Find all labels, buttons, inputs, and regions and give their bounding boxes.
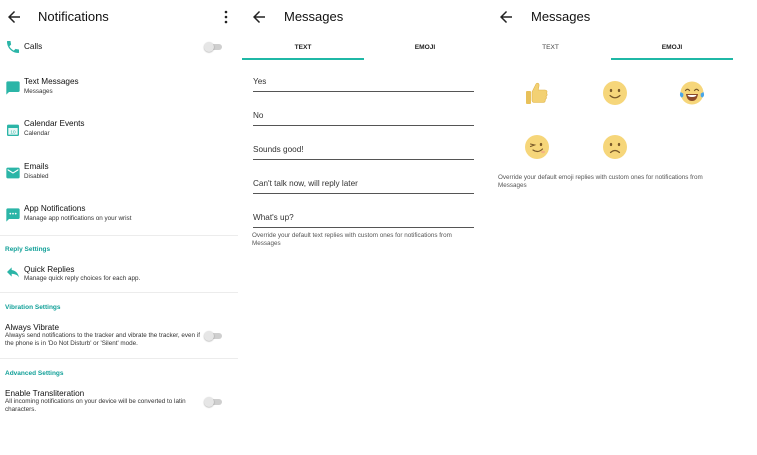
calls-toggle[interactable] — [204, 42, 223, 52]
more-options-icon[interactable] — [220, 9, 232, 25]
tab-bar: TEXT EMOJI — [490, 38, 757, 62]
text-messages-label: Text Messages — [24, 77, 79, 86]
tears-of-joy-emoji-icon[interactable] — [679, 80, 705, 106]
reply-icon — [7, 267, 19, 278]
calls-label: Calls — [24, 42, 43, 51]
calendar-icon: 10 — [7, 124, 19, 136]
tab-emoji-label: EMOJI — [661, 44, 683, 51]
emails-label: Emails — [24, 162, 49, 171]
quick-replies-row[interactable]: Quick Replies Manage quick reply choices… — [0, 262, 238, 286]
vibration-settings-header: Vibration Settings — [5, 304, 61, 311]
emoji-replies-note: Override your default emoji replies with… — [498, 174, 703, 189]
always-vibrate-row[interactable]: Always Vibrate Always send notifications… — [0, 322, 238, 352]
text-replies-note: Override your default text replies with … — [252, 232, 452, 247]
reply-field[interactable]: Sounds good! — [253, 142, 474, 160]
text-messages-sub: Messages — [24, 88, 53, 95]
notifications-screen: Notifications Calls Text Messages Messag… — [0, 0, 240, 455]
page-title: Messages — [284, 9, 344, 24]
advanced-settings-header: Advanced Settings — [5, 370, 64, 377]
divider — [0, 292, 238, 293]
back-arrow-icon[interactable] — [5, 8, 23, 26]
app-notifications-row[interactable]: App Notifications Manage app notificatio… — [0, 203, 238, 227]
page-title: Messages — [531, 9, 591, 24]
page-title: Notifications — [38, 9, 109, 24]
tab-indicator — [242, 58, 364, 60]
divider — [0, 358, 238, 359]
tab-indicator — [611, 58, 733, 60]
text-messages-row[interactable]: Text Messages Messages — [0, 76, 238, 100]
tab-text-label: TEXT — [294, 44, 312, 51]
divider — [0, 235, 238, 236]
tab-text[interactable]: TEXT — [242, 38, 364, 62]
reply-field[interactable]: Yes — [253, 74, 474, 92]
transliteration-toggle[interactable] — [204, 397, 223, 407]
app-bar: Notifications — [0, 0, 240, 34]
app-notifications-sub: Manage app notifications on your wrist — [24, 215, 132, 222]
back-arrow-icon[interactable] — [250, 8, 268, 26]
calendar-events-sub: Calendar — [24, 130, 50, 137]
svg-text:10: 10 — [10, 129, 16, 134]
app-bar: Messages — [490, 0, 757, 34]
transliteration-row[interactable]: Enable Transliteration All incoming noti… — [0, 388, 238, 418]
quick-replies-sub: Manage quick reply choices for each app. — [24, 275, 141, 282]
email-icon — [6, 167, 20, 179]
calls-row[interactable]: Calls — [0, 36, 238, 60]
tab-emoji[interactable]: EMOJI — [364, 38, 486, 62]
app-notifications-label: App Notifications — [24, 204, 86, 213]
back-arrow-icon[interactable] — [497, 8, 515, 26]
transliteration-label: Enable Transliteration — [5, 389, 85, 398]
tab-emoji-label: EMOJI — [414, 44, 436, 51]
quick-replies-label: Quick Replies — [24, 265, 75, 274]
always-vibrate-label: Always Vibrate — [5, 323, 60, 332]
app-bar: Messages — [241, 0, 485, 34]
message-icon — [6, 81, 20, 95]
frowning-face-emoji-icon[interactable] — [602, 134, 628, 160]
tab-text-label: TEXT — [542, 44, 559, 51]
phone-icon — [7, 41, 19, 53]
reply-field[interactable]: Can't talk now, will reply later — [253, 176, 474, 194]
emails-sub: Disabled — [24, 173, 49, 180]
emails-row[interactable]: Emails Disabled — [0, 161, 238, 185]
calendar-events-row[interactable]: 10 Calendar Events Calendar — [0, 118, 238, 142]
tab-emoji[interactable]: EMOJI — [611, 38, 733, 62]
reply-field[interactable]: No — [253, 108, 474, 126]
smiling-face-emoji-icon[interactable] — [602, 80, 628, 106]
calendar-events-label: Calendar Events — [24, 119, 85, 128]
reply-field[interactable]: What's up? — [253, 210, 474, 228]
tab-bar: TEXT EMOJI — [241, 38, 485, 62]
tab-text[interactable]: TEXT — [490, 38, 611, 62]
always-vibrate-sub: Always send notifications to the tracker… — [5, 332, 200, 347]
transliteration-sub: All incoming notifications on your devic… — [5, 398, 186, 413]
messages-text-screen: Messages TEXT EMOJI Yes No Sounds good! … — [241, 0, 485, 455]
app-notification-icon — [6, 208, 20, 222]
thumbs-up-emoji-icon[interactable] — [524, 80, 550, 106]
winking-face-emoji-icon[interactable] — [524, 134, 550, 160]
messages-emoji-screen: Messages TEXT EMOJI Override your defaul… — [490, 0, 757, 455]
reply-settings-header: Reply Settings — [5, 246, 51, 253]
always-vibrate-toggle[interactable] — [204, 331, 223, 341]
